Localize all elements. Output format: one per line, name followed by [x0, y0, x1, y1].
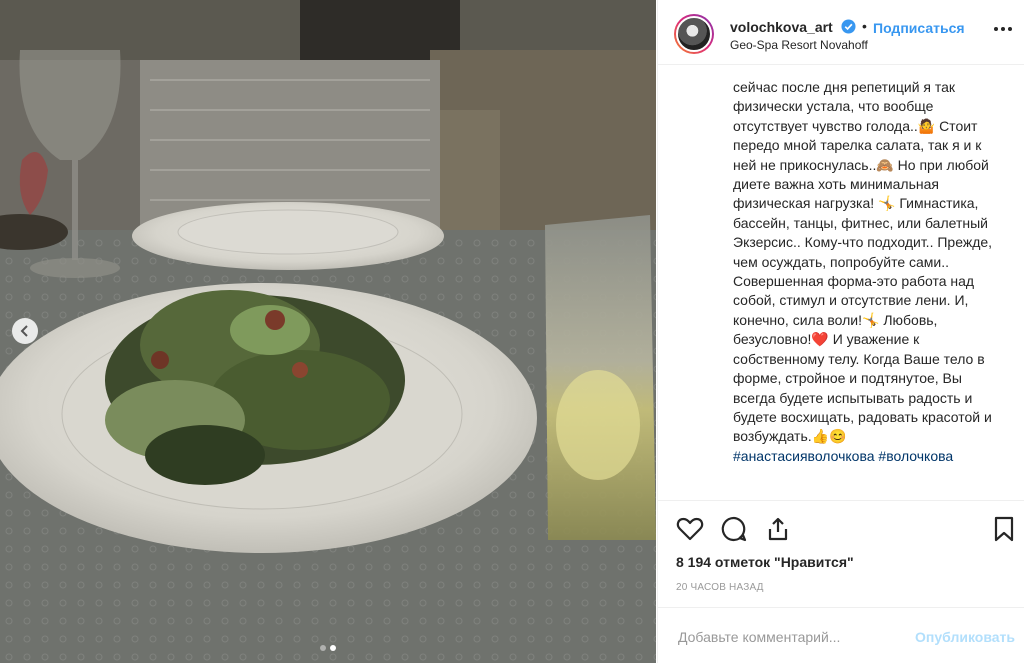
comment-icon[interactable]: [720, 515, 748, 543]
separator-dot: •: [862, 18, 867, 34]
comment-bar: Опубликовать: [658, 607, 1024, 664]
carousel-dot: [320, 645, 326, 651]
share-icon[interactable]: [764, 515, 792, 543]
post-caption: сейчас после дня репетиций я так физичес…: [658, 64, 1024, 501]
follow-button[interactable]: Подписаться: [873, 20, 965, 36]
post-header: volochkova_art • Подписаться Geo-Spa Res…: [658, 0, 1024, 65]
chevron-left-icon: [20, 325, 28, 337]
username-link[interactable]: volochkova_art: [730, 19, 833, 35]
location-link[interactable]: Geo-Spa Resort Novahoff: [730, 38, 868, 52]
avatar[interactable]: [674, 14, 714, 54]
publish-button[interactable]: Опубликовать: [915, 629, 1015, 645]
action-bar: [658, 505, 1024, 553]
hashtag-links[interactable]: #анастасияволочкова #волочкова: [733, 448, 953, 464]
post-photo[interactable]: [0, 0, 656, 663]
likes-count[interactable]: 8 194 отметок "Нравится": [676, 554, 854, 570]
salad-photo-image: [0, 0, 656, 663]
verified-badge-icon: [841, 19, 856, 34]
carousel-prev-button[interactable]: [12, 318, 38, 344]
bookmark-icon[interactable]: [990, 515, 1018, 543]
caption-body: сейчас после дня репетиций я так физичес…: [733, 78, 1005, 466]
carousel-indicator: [0, 645, 656, 651]
more-options-icon[interactable]: [993, 26, 1013, 32]
post-side-panel: volochkova_art • Подписаться Geo-Spa Res…: [657, 0, 1024, 663]
post-timestamp: 20 ЧАСОВ НАЗАД: [676, 582, 764, 593]
comment-input[interactable]: [676, 628, 900, 646]
carousel-dot-active: [330, 645, 336, 651]
caption-text: сейчас после дня репетиций я так физичес…: [733, 79, 996, 445]
heart-icon[interactable]: [676, 515, 704, 543]
